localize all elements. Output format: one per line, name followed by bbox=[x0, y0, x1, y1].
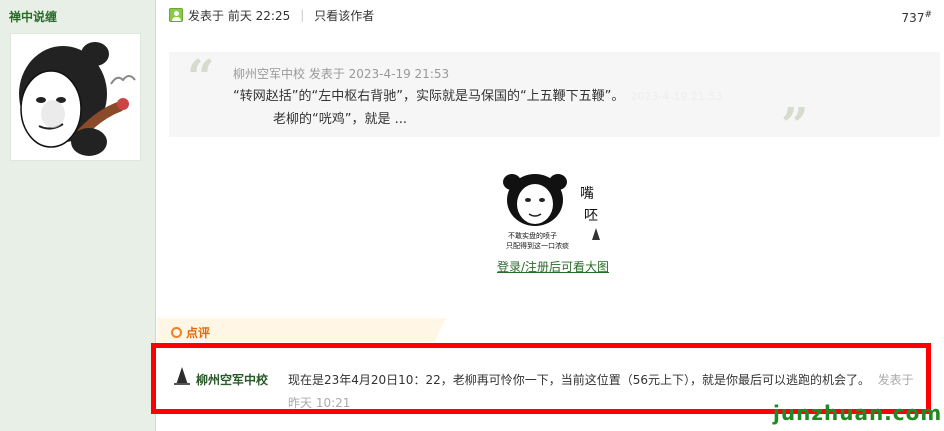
post-time: 发表于 前天 22:25 bbox=[188, 8, 291, 23]
floor-suffix: # bbox=[924, 10, 932, 20]
post-image[interactable]: 嘴 呸 不敢实盘的喷子 只配得到这一口浓痰 bbox=[502, 172, 608, 254]
commenter-name[interactable]: 柳州空军中校 bbox=[196, 371, 268, 388]
quote-line-1: “转网赵括”的“左中枢右背驰”，实际就是马保国的“上五鞭下五鞭”。 2023-4-… bbox=[233, 85, 723, 104]
floor-number-value: 737 bbox=[901, 11, 925, 25]
author-name-link[interactable]: 禅中说缠 bbox=[9, 8, 57, 25]
image-text-big2: 呸 bbox=[584, 208, 598, 224]
quote-meta: 柳州空军中校 发表于 2023-4-19 21:53 bbox=[233, 67, 450, 81]
commenter-avatar[interactable] bbox=[172, 365, 192, 387]
author-sidebar: 禅中说缠 bbox=[0, 0, 156, 431]
floor-number[interactable]: 737# bbox=[902, 10, 932, 25]
user-online-icon bbox=[169, 8, 183, 22]
post-header: 发表于 前天 22:25 | 只看该作者 bbox=[169, 6, 374, 24]
forum-post-page: 禅中说缠 发表于 前天 22:25 | 只看该作者 737# “ 柳州空军中校 … bbox=[0, 0, 944, 431]
login-to-view-link[interactable]: 登录/注册后可看大图 bbox=[497, 258, 609, 275]
quote-open-icon: “ bbox=[187, 50, 215, 106]
image-text-big1: 嘴 bbox=[580, 186, 594, 202]
comment-label: 点评 bbox=[186, 326, 211, 340]
divider: | bbox=[300, 8, 305, 22]
comment-circle-icon bbox=[171, 327, 182, 338]
only-author-link[interactable]: 只看该作者 bbox=[314, 7, 374, 24]
post-main: 发表于 前天 22:25 | 只看该作者 737# “ 柳州空军中校 发表于 2… bbox=[151, 0, 944, 431]
quote-block: “ 柳州空军中校 发表于 2023-4-19 21:53 “转网赵括”的“左中枢… bbox=[169, 50, 940, 154]
quote-ghost-time: 2023-4-19 21:53 bbox=[630, 90, 723, 103]
quote-line-1-text: “转网赵括”的“左中枢右背驰”，实际就是马保国的“上五鞭下五鞭”。 bbox=[233, 89, 625, 104]
quote-line-2: 老柳的“咣鸡”，就是 ... bbox=[273, 112, 407, 127]
site-watermark: junzhuan.com bbox=[773, 401, 943, 425]
comment-header: 点评 bbox=[171, 324, 210, 341]
image-text-small2: 只配得到这一口浓痰 bbox=[506, 241, 569, 250]
image-text-small1: 不敢实盘的喷子 bbox=[508, 231, 557, 240]
comment-body: 现在是23年4月20日10：22，老柳再可怜你一下，当前这位置（56元上下），就… bbox=[288, 373, 870, 387]
quote-close-icon: ” bbox=[781, 98, 809, 154]
author-avatar[interactable] bbox=[10, 33, 141, 161]
